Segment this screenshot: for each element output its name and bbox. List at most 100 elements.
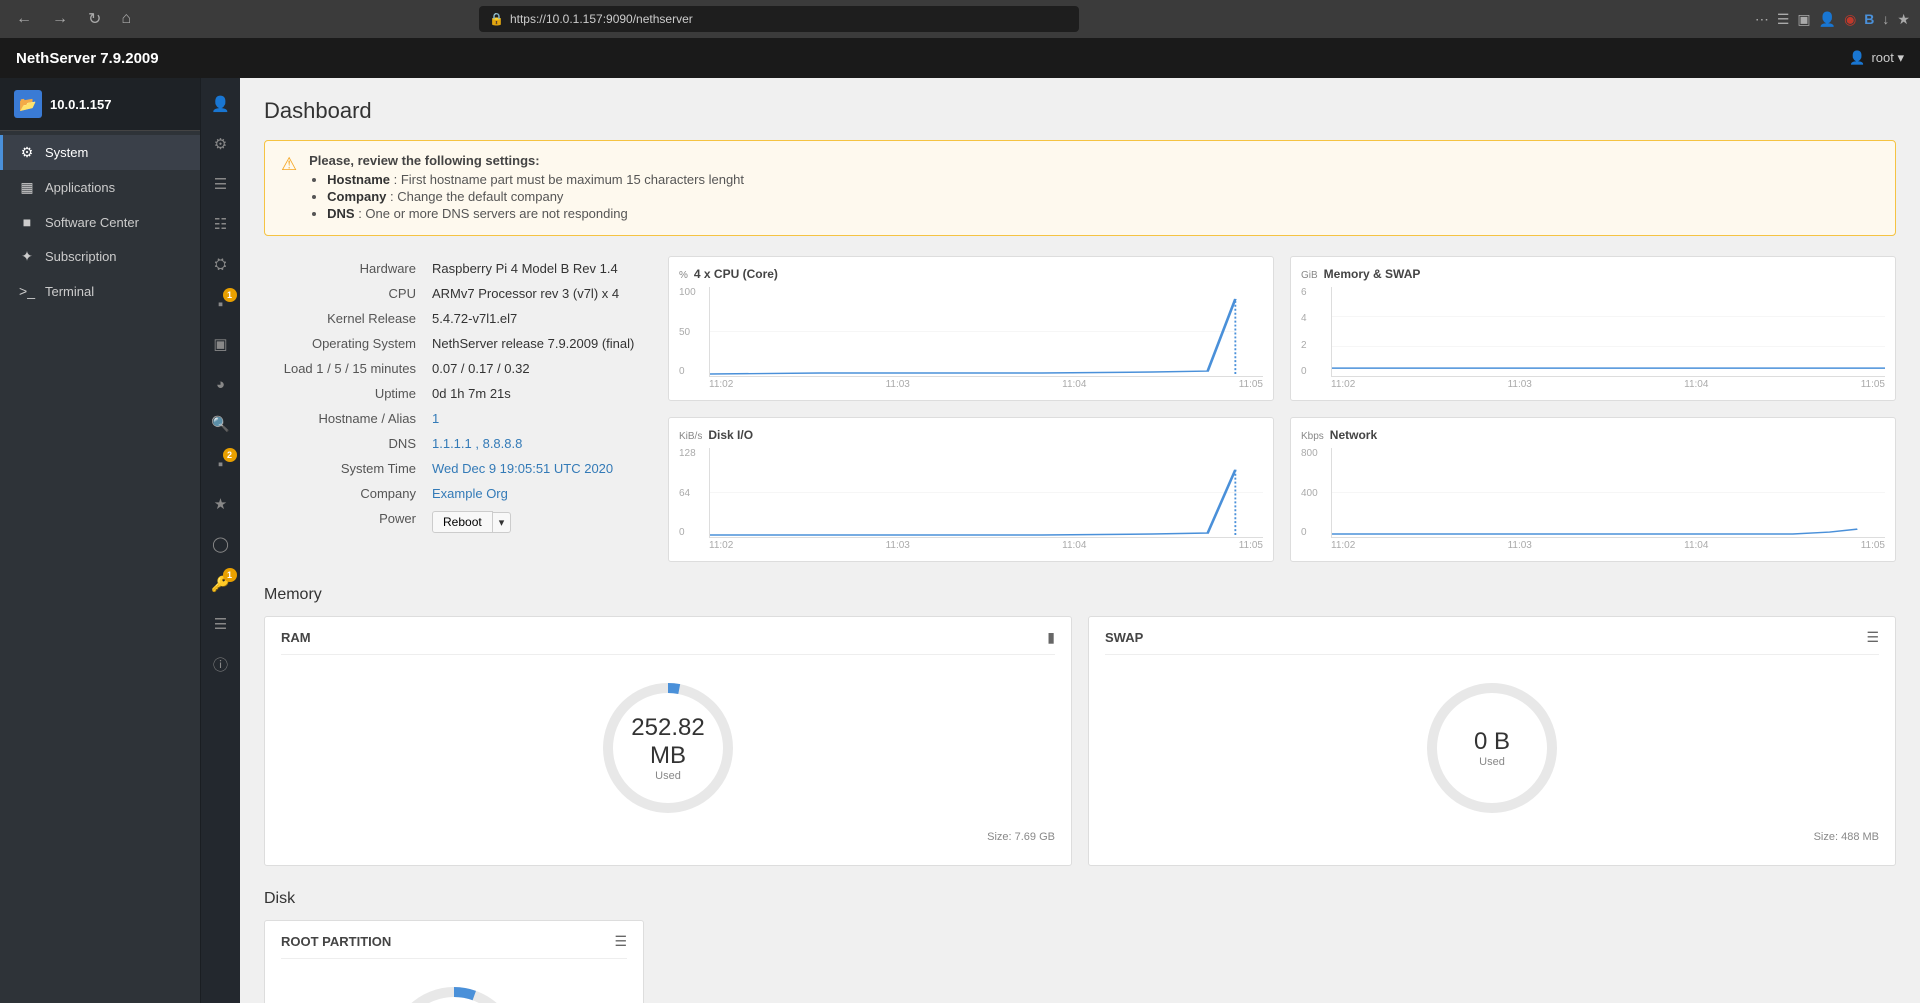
time-link[interactable]: Wed Dec 9 19:05:51 UTC 2020 <box>432 461 613 476</box>
ram-title: RAM <box>281 630 311 645</box>
info-table: Hardware Raspberry Pi 4 Model B Rev 1.4 … <box>264 256 644 538</box>
table-row-company: Company Example Org <box>264 481 644 506</box>
ram-gauge-svg: 252.82 MB Used <box>593 673 743 823</box>
extensions-icon[interactable]: ⋯ <box>1755 11 1769 28</box>
ram-icon[interactable]: ▮ <box>1047 629 1055 646</box>
sidebar-item-terminal[interactable]: >_ Terminal <box>0 274 200 308</box>
disk-section-title: Disk <box>264 890 1896 908</box>
shield-browser-icon[interactable]: ◉ <box>1844 11 1856 28</box>
settings-icon[interactable]: ⚙ <box>203 126 239 162</box>
cpu-chart-unit: % <box>679 270 688 281</box>
root-gauge: 1.58 GB Used Size: 28.58 GB <box>281 967 627 1003</box>
root-gauge-svg: 1.58 GB Used <box>379 977 529 1003</box>
table-row-hardware: Hardware Raspberry Pi 4 Model B Rev 1.4 <box>264 256 644 281</box>
terminal-icon: >_ <box>17 283 37 299</box>
app-title: NethServer 7.9.2009 <box>16 50 159 67</box>
reboot-btn-group: Reboot ▾ <box>432 511 511 533</box>
circle-icon[interactable]: ◯ <box>203 526 239 562</box>
reboot-dropdown[interactable]: ▾ <box>493 512 512 533</box>
root-icon[interactable]: ☰ <box>614 933 627 950</box>
charts-bottom-row: KiB/s Disk I/O 128 64 0 <box>668 417 1896 562</box>
user-icon: 👤 <box>1849 50 1865 66</box>
users-icon[interactable]: 👤 <box>203 86 239 122</box>
hardware-label: Hardware <box>264 256 424 281</box>
table-row-load: Load 1 / 5 / 15 minutes 0.07 / 0.17 / 0.… <box>264 356 644 381</box>
forward-button[interactable]: → <box>46 6 74 32</box>
applications-icon: ▦ <box>17 179 37 196</box>
download-icon[interactable]: ↓ <box>1882 11 1889 27</box>
swap-value: 0 B <box>1474 728 1510 756</box>
table-row-os: Operating System NethServer release 7.9.… <box>264 331 644 356</box>
profile-icon[interactable]: 👤 <box>1819 11 1836 28</box>
browser-chrome: ← → ↻ ⌂ 🔒 https://10.0.1.157:9090/nethse… <box>0 0 1920 38</box>
ram-size: Size: 7.69 GB <box>987 831 1055 843</box>
disk-section: Disk ROOT PARTITION ☰ <box>264 890 1896 1003</box>
sidebar-item-subscription[interactable]: ✦ Subscription <box>0 239 200 274</box>
hostname-label: Hostname / Alias <box>264 406 424 431</box>
address-bar[interactable]: 🔒 https://10.0.1.157:9090/nethserver <box>479 6 1079 32</box>
storage-icon[interactable]: ☰ <box>203 166 239 202</box>
star-icon[interactable]: ★ <box>1897 11 1910 28</box>
page-title: Dashboard <box>264 98 1896 124</box>
tab-icon[interactable]: ▣ <box>1797 11 1810 28</box>
company-link[interactable]: Example Org <box>432 486 508 501</box>
table-row-kernel: Kernel Release 5.4.72-v7l1.el7 <box>264 306 644 331</box>
sidebar-right-icons: 👤 ⚙ ☰ ☷ ⛭ ▪ 1 ▣ ◕ 🔍 ▪ 2 ★ ◯ 🔑 1 ☰ ⓘ <box>200 78 240 1003</box>
dns-value: 1.1.1.1 , 8.8.8.8 <box>424 431 644 456</box>
back-button[interactable]: ← <box>10 6 38 32</box>
sidebar-item-system[interactable]: ⚙ System <box>0 135 200 170</box>
extension2-icon[interactable]: B <box>1864 11 1874 27</box>
root-card: ROOT PARTITION ☰ 1.58 GB <box>264 920 644 1003</box>
ram-card: RAM ▮ 252.82 MB Used <box>264 616 1072 866</box>
alert-item-company: Company : Change the default company <box>327 189 744 204</box>
diskio-chart-title: Disk I/O <box>708 428 753 442</box>
diskio-chart-card: KiB/s Disk I/O 128 64 0 <box>668 417 1274 562</box>
sidebar-item-applications[interactable]: ▦ Applications <box>0 170 200 205</box>
box-badge: 1 <box>223 288 237 302</box>
sidebar-item-software[interactable]: ■ Software Center <box>0 205 200 239</box>
server-ip: 10.0.1.157 <box>50 97 111 112</box>
charts-top-row: % 4 x CPU (Core) 100 50 0 <box>668 256 1896 401</box>
monitor-icon[interactable]: ▣ <box>203 326 239 362</box>
home-button[interactable]: ⌂ <box>115 6 137 32</box>
charts-section: % 4 x CPU (Core) 100 50 0 <box>668 256 1896 562</box>
sidebar-item-label-terminal: Terminal <box>45 284 94 299</box>
subscription-icon: ✦ <box>17 248 37 265</box>
refresh-button[interactable]: ↻ <box>82 5 107 33</box>
search-icon[interactable]: 🔍 <box>203 406 239 442</box>
browser-right-icons: ⋯ ☰ ▣ 👤 ◉ B ↓ ★ <box>1755 11 1910 28</box>
memory-section-title: Memory <box>264 586 1896 604</box>
reboot-button[interactable]: Reboot <box>432 511 493 533</box>
table-row-cpu: CPU ARMv7 Processor rev 3 (v7l) x 4 <box>264 281 644 306</box>
key-icon[interactable]: 🔑 1 <box>203 566 239 602</box>
gear2-icon[interactable]: ⛭ <box>203 246 239 282</box>
uptime-value: 0d 1h 7m 21s <box>424 381 644 406</box>
disk-gauge-row: ROOT PARTITION ☰ 1.58 GB <box>264 920 1896 1003</box>
sidebar-server[interactable]: 📂 10.0.1.157 <box>0 78 200 131</box>
bookmark-icon[interactable]: ☰ <box>1777 11 1790 28</box>
sidebar-nav: ⚙ System ▦ Applications ■ Software Cente… <box>0 131 200 1003</box>
box-icon[interactable]: ▪ 1 <box>203 286 239 322</box>
hostname-link[interactable]: 1 <box>432 411 439 426</box>
shield-icon[interactable]: ★ <box>203 486 239 522</box>
swap-icon[interactable]: ☰ <box>1866 629 1879 646</box>
os-value: NethServer release 7.9.2009 (final) <box>424 331 644 356</box>
grid-icon[interactable]: ☷ <box>203 206 239 242</box>
user-menu[interactable]: 👤 root ▾ <box>1849 50 1904 66</box>
memory-section: Memory RAM ▮ <box>264 586 1896 866</box>
box2-icon[interactable]: ▪ 2 <box>203 446 239 482</box>
uptime-label: Uptime <box>264 381 424 406</box>
swap-gauge: 0 B Used Size: 488 MB <box>1105 663 1879 853</box>
time-value: Wed Dec 9 19:05:51 UTC 2020 <box>424 456 644 481</box>
ram-label: Used <box>631 770 706 782</box>
memory-chart-area <box>1331 287 1885 377</box>
info-section: Hardware Raspberry Pi 4 Model B Rev 1.4 … <box>264 256 644 562</box>
list-icon[interactable]: ☰ <box>203 606 239 642</box>
half-circle-icon[interactable]: ◕ <box>203 366 239 402</box>
dns-link[interactable]: 1.1.1.1 , 8.8.8.8 <box>432 436 522 451</box>
info-icon[interactable]: ⓘ <box>203 646 239 682</box>
dashboard-row: Hardware Raspberry Pi 4 Model B Rev 1.4 … <box>264 256 1896 562</box>
table-row-hostname: Hostname / Alias 1 <box>264 406 644 431</box>
sidebar-item-label-subscription: Subscription <box>45 249 117 264</box>
swap-size: Size: 488 MB <box>1814 831 1879 843</box>
